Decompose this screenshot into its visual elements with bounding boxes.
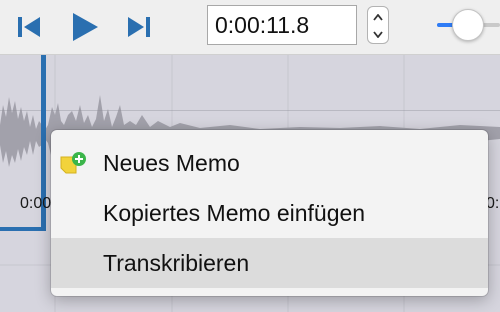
timeline-label: 0:00:: [486, 195, 500, 212]
skip-to-start-icon: [18, 17, 40, 37]
skip-back-button[interactable]: [14, 0, 46, 54]
menu-item-transcribe[interactable]: Transkribieren: [51, 238, 488, 288]
play-button[interactable]: [68, 0, 102, 54]
menu-item-label: Neues Memo: [103, 150, 240, 176]
menu-item-new-memo[interactable]: Neues Memo: [51, 138, 488, 188]
time-position-field[interactable]: 0:00:11.8: [207, 5, 357, 45]
menu-item-label: Transkribieren: [103, 250, 250, 276]
context-menu: Neues Memo Kopiertes Memo einfügen Trans…: [51, 130, 488, 296]
chevron-down-icon[interactable]: [368, 25, 388, 43]
skip-to-end-icon: [128, 17, 150, 37]
media-toolbar: 0:00:11.8: [0, 0, 500, 55]
menu-item-paste-memo[interactable]: Kopiertes Memo einfügen: [51, 188, 488, 238]
menu-item-label: Kopiertes Memo einfügen: [103, 200, 366, 226]
skip-forward-button[interactable]: [122, 0, 154, 54]
chevron-up-icon[interactable]: [368, 8, 388, 26]
new-memo-icon: [60, 152, 86, 174]
play-icon: [73, 13, 98, 41]
time-stepper[interactable]: [367, 6, 389, 44]
volume-slider-thumb[interactable]: [452, 9, 484, 41]
